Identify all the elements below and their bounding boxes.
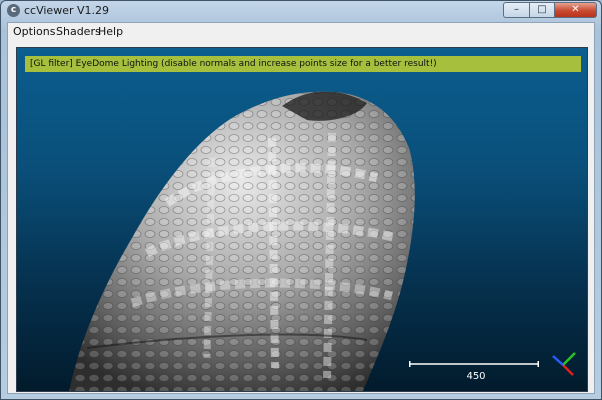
menu-shaders[interactable]: Shaders (56, 25, 101, 39)
gl-filter-banner: [GL filter] EyeDome Lighting (disable no… (25, 56, 581, 72)
maximize-button[interactable]: □ (529, 2, 554, 18)
window-title: ccViewer V1.29 (24, 4, 110, 17)
menu-help[interactable]: Help (98, 25, 123, 39)
scale-bar (409, 361, 539, 367)
3d-viewport[interactable]: [GL filter] EyeDome Lighting (disable no… (16, 47, 588, 392)
client-area: Options Shaders Help [GL filter] EyeDome… (7, 22, 595, 394)
app-icon[interactable]: c (7, 4, 20, 17)
window-controls: – □ ✕ (503, 2, 597, 18)
minimize-button[interactable]: – (503, 2, 529, 18)
title-bar[interactable]: c ccViewer V1.29 – □ ✕ (1, 1, 601, 21)
app-window: c ccViewer V1.29 – □ ✕ Options Shaders H… (0, 0, 602, 400)
axes-trihedron-icon (552, 352, 576, 376)
close-button[interactable]: ✕ (554, 2, 597, 18)
menu-options[interactable]: Options (13, 25, 55, 39)
menu-bar: Options Shaders Help (8, 23, 594, 41)
scale-bar-label: 450 (466, 371, 486, 382)
point-cloud-render[interactable] (17, 48, 588, 392)
